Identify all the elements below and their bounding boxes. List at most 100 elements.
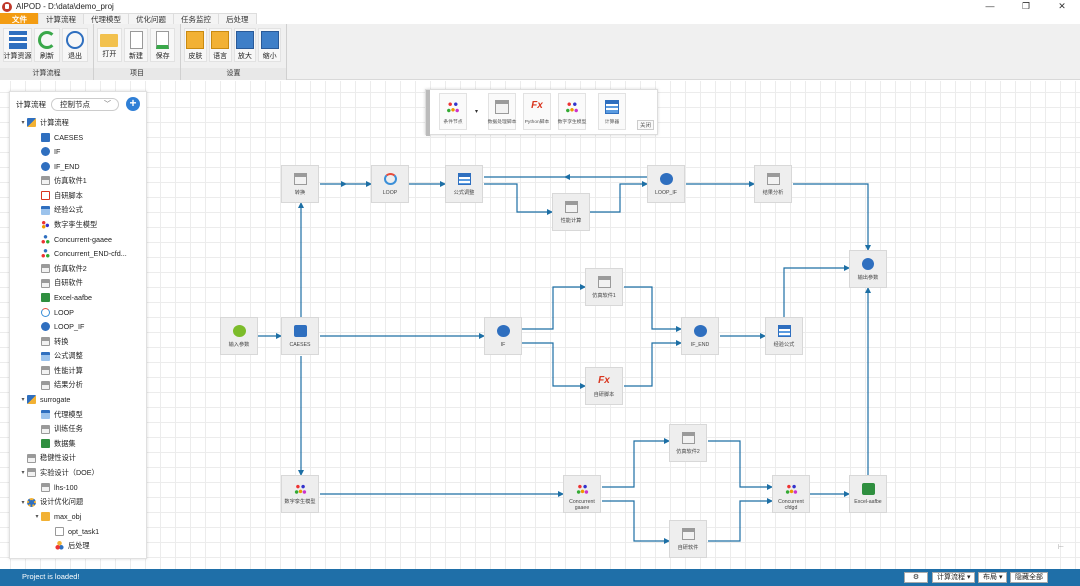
calculator-icon: [605, 100, 619, 114]
toolbox-condition-node[interactable]: 条件节点: [439, 93, 467, 130]
exit-button[interactable]: 退出: [62, 28, 88, 62]
hide-all-button[interactable]: 隐藏全部: [1010, 572, 1048, 583]
compute-resource-button[interactable]: 计算资源: [3, 28, 32, 62]
menu-bar: 文件 计算流程 代理模型 优化问题 任务监控 后处理: [0, 13, 1080, 24]
gray-window-icon: [41, 380, 50, 390]
flow-dropdown-button[interactable]: 计算流程 ▾: [932, 572, 976, 583]
node-type-select[interactable]: 控制节点 ﹀: [51, 97, 119, 111]
expand-toggle-icon[interactable]: ▾: [33, 513, 41, 520]
skin-button[interactable]: 皮肤: [184, 28, 207, 62]
tree-item[interactable]: 经验公式: [41, 204, 83, 217]
skin-icon: [186, 31, 205, 49]
expand-toggle-icon[interactable]: ▾: [19, 499, 27, 506]
toolbox-calculator[interactable]: 计算器: [598, 93, 626, 130]
zoom-in-button[interactable]: 放大: [233, 28, 257, 62]
tree-item[interactable]: Concurrent_END-cfd...: [41, 247, 127, 260]
node-formula-adjust[interactable]: 公式调整: [445, 165, 483, 203]
close-window-button[interactable]: ✕: [1044, 0, 1080, 13]
minimize-button[interactable]: —: [972, 0, 1008, 13]
toolbox-python-script[interactable]: Fx Python脚本: [523, 93, 551, 130]
node-if-end[interactable]: IF_END: [681, 317, 719, 355]
tree-item[interactable]: IF: [41, 145, 60, 158]
node-sim1[interactable]: 仿真软件1: [585, 268, 623, 306]
open-button[interactable]: 打开: [97, 28, 122, 62]
tab-file[interactable]: 文件: [0, 13, 39, 24]
node-concurrent-gaaee[interactable]: Concurrent gaaee: [563, 475, 601, 513]
tab-postprocess[interactable]: 后处理: [218, 13, 257, 24]
tree-item[interactable]: 自研脚本: [41, 189, 83, 202]
toolbox-digital-twin[interactable]: 数字孪生模型: [558, 93, 586, 130]
node-script[interactable]: Fx 自研脚本: [585, 367, 623, 405]
tree-item[interactable]: ▾ surrogate: [19, 393, 70, 406]
tree-item[interactable]: opt_task1: [55, 525, 99, 538]
maximize-button[interactable]: ❐: [1008, 0, 1044, 13]
tree-item[interactable]: lhs-100: [41, 481, 78, 494]
gray-window-icon: [27, 453, 36, 463]
node-if[interactable]: IF: [484, 317, 522, 355]
tab-optimization[interactable]: 优化问题: [128, 13, 174, 24]
tree-item[interactable]: Concurrent-gaaee: [41, 233, 112, 246]
tree-item-label: LOOP: [54, 307, 74, 317]
node-output-param[interactable]: 输出参数: [849, 250, 887, 288]
tree-item[interactable]: ▾ 设计优化问题: [19, 496, 83, 509]
tree-item[interactable]: IF_END: [41, 160, 80, 173]
node-digital-twin[interactable]: 数字孪生模型: [281, 475, 319, 513]
layout-dropdown-button[interactable]: 布局 ▾: [978, 572, 1008, 583]
collapse-icon[interactable]: ⊢: [1058, 543, 1064, 551]
expand-toggle-icon[interactable]: ▾: [19, 469, 27, 476]
settings-gear-button[interactable]: ⚙: [904, 572, 928, 583]
tree-item[interactable]: 仿真软件2: [41, 262, 87, 275]
tab-surrogate-model[interactable]: 代理模型: [83, 13, 129, 24]
node-loop-if[interactable]: LOOP_IF: [647, 165, 685, 203]
new-button[interactable]: 新建: [123, 28, 149, 62]
tree-item[interactable]: CAESES: [41, 131, 83, 144]
tree-item[interactable]: 结果分析: [41, 379, 83, 392]
tree-item[interactable]: 公式调整: [41, 350, 83, 363]
refresh-button[interactable]: 刷新: [34, 28, 60, 62]
tab-compute-flow[interactable]: 计算流程: [38, 13, 84, 24]
title-bar: AIPOD - D:\data\demo_proj — ❐ ✕: [0, 0, 1080, 13]
tree-item[interactable]: ▾ max_obj: [33, 510, 81, 523]
node-input-param[interactable]: 输入参数: [220, 317, 258, 355]
window-controls: — ❐ ✕: [972, 0, 1080, 13]
expand-toggle-icon[interactable]: ▾: [19, 119, 27, 126]
toolbox-data-script[interactable]: 数据处理脚本: [488, 93, 516, 130]
toolbox-close-button[interactable]: 关闭: [637, 120, 655, 130]
expand-toggle-icon[interactable]: ▾: [19, 396, 27, 403]
node-excel[interactable]: Excel-aafbe: [849, 475, 887, 513]
tree-item[interactable]: Excel-aafbe: [41, 291, 92, 304]
zoom-out-button[interactable]: 缩小: [258, 28, 281, 62]
drag-handle[interactable]: [426, 90, 430, 136]
tree-item[interactable]: 自研软件: [41, 277, 83, 290]
tab-task-monitor[interactable]: 任务监控: [173, 13, 219, 24]
node-concurrent-cfdgd[interactable]: Concurrent cfdgd: [772, 475, 810, 513]
window-icon: [681, 528, 695, 540]
node-own-software[interactable]: 自研软件: [669, 520, 707, 558]
tree-item[interactable]: 数据集: [41, 437, 76, 450]
add-node-button[interactable]: +: [126, 97, 140, 111]
tree-item[interactable]: 稳健性设计: [27, 452, 76, 465]
tree-item[interactable]: LOOP_IF: [41, 320, 84, 333]
tree-item[interactable]: LOOP: [41, 306, 74, 319]
tree-item[interactable]: ▾ 实验设计（DOE）: [19, 466, 99, 479]
node-convert[interactable]: 转换: [281, 165, 319, 203]
tree-item-label: Concurrent_END-cfd...: [54, 249, 127, 259]
tree-item[interactable]: ▾ 计算流程: [19, 116, 69, 129]
node-exp-formula[interactable]: 经验公式: [765, 317, 803, 355]
node-sim2[interactable]: 仿真软件2: [669, 424, 707, 462]
flow-canvas[interactable]: [0, 81, 1080, 569]
tree-item[interactable]: 后处理: [55, 539, 90, 552]
toolbox-dropdown-icon[interactable]: ▾: [475, 108, 478, 115]
tree-item[interactable]: 数字孪生模型: [41, 218, 97, 231]
tree-item[interactable]: 仿真软件1: [41, 174, 87, 187]
node-perf-calc[interactable]: 性能计算: [552, 193, 590, 231]
node-loop[interactable]: LOOP: [371, 165, 409, 203]
tree-item[interactable]: 训练任务: [41, 423, 83, 436]
language-button[interactable]: 语言: [208, 28, 232, 62]
tree-item[interactable]: 性能计算: [41, 364, 83, 377]
tree-item[interactable]: 代理模型: [41, 408, 83, 421]
node-result-analysis[interactable]: 结果分析: [754, 165, 792, 203]
tree-item[interactable]: 转换: [41, 335, 68, 348]
node-caeses[interactable]: CAESES: [281, 317, 319, 355]
save-button[interactable]: 保存: [150, 28, 176, 62]
